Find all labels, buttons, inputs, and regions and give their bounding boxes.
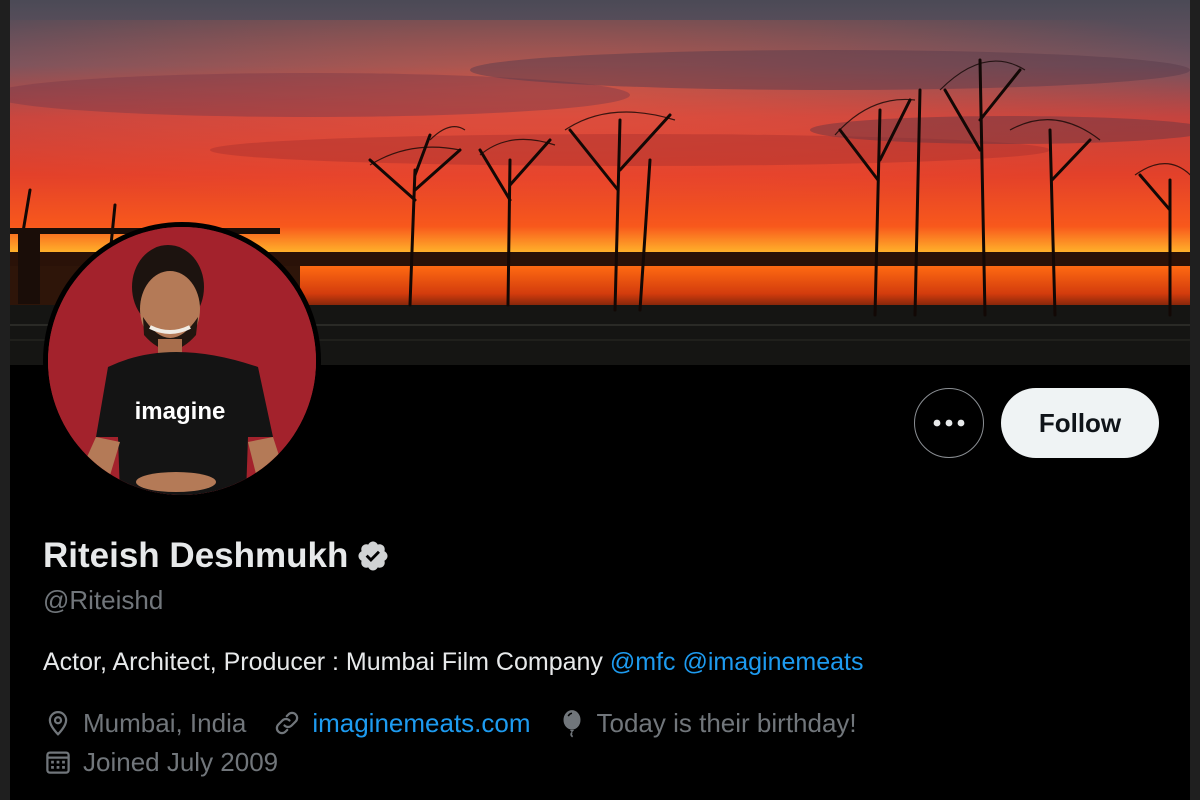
bio-mention-imaginemeats[interactable]: @imaginemeats xyxy=(682,648,863,676)
profile-joined-row: Joined July 2009 xyxy=(43,746,304,778)
profile-handle: @Riteishd xyxy=(43,585,164,615)
follow-button[interactable]: Follow xyxy=(1001,388,1159,458)
window-border-right xyxy=(1190,0,1200,800)
profile-avatar[interactable]: imagine xyxy=(43,222,321,500)
verified-badge-icon[interactable] xyxy=(356,539,390,573)
avatar-photo: imagine xyxy=(48,227,316,495)
profile-meta-row: Mumbai, India imaginemeats.com Today is … xyxy=(43,707,883,739)
more-horizontal-icon xyxy=(933,419,965,427)
link-icon xyxy=(276,711,299,735)
profile-page: imagine Follow Riteish Deshmukh @Riteish… xyxy=(0,0,1200,800)
window-border-left xyxy=(0,0,10,800)
bio-mention-mfc[interactable]: @mfc xyxy=(610,648,676,676)
calendar-icon xyxy=(46,751,70,774)
profile-display-name: Riteish Deshmukh xyxy=(43,536,349,575)
balloon-icon xyxy=(563,710,581,738)
location-text: Mumbai, India xyxy=(83,708,247,738)
location-pin-icon xyxy=(48,711,68,736)
website-link[interactable]: imaginemeats.com xyxy=(312,707,530,739)
birthday-text: Today is their birthday! xyxy=(596,708,857,738)
profile-bio: Actor, Architect, Producer : Mumbai Film… xyxy=(43,646,864,678)
joined-text: Joined July 2009 xyxy=(83,747,279,777)
bio-text: Actor, Architect, Producer : Mumbai Film… xyxy=(43,648,603,676)
avatar-shirt-text: imagine xyxy=(135,398,226,425)
joined-item: Joined July 2009 xyxy=(43,746,278,778)
profile-name-row: Riteish Deshmukh xyxy=(43,535,390,577)
more-options-button[interactable] xyxy=(914,388,984,458)
birthday-item: Today is their birthday! xyxy=(557,707,857,739)
website-item: imaginemeats.com xyxy=(272,707,531,739)
location-item: Mumbai, India xyxy=(43,707,246,739)
